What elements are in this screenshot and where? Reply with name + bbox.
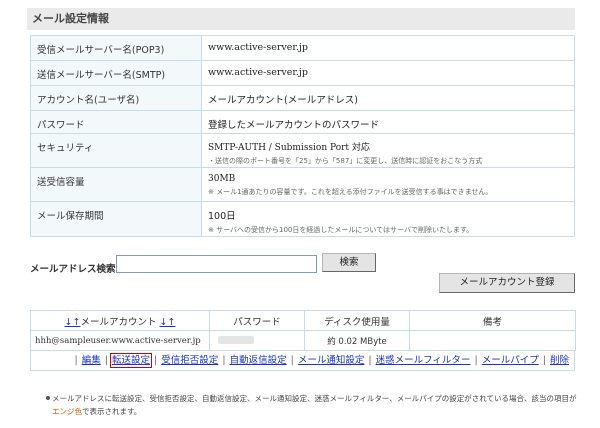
column-header-notes: 備考 [409,310,576,331]
masked-password [218,336,254,344]
info-value: 30MB [208,174,236,184]
separator: | [290,355,294,366]
column-header-disk: ディスク使用量 [304,310,410,331]
auto-reply-link[interactable]: 自動返信設定 [230,355,287,366]
bullet-icon [46,396,50,400]
info-row-security: セキュリティ SMTP-AUTH / Submission Port 対応 ・送… [30,133,575,168]
info-label: アカウント名(ユーザ名) [30,85,202,111]
separator: | [222,355,226,366]
info-value: 登録したメールアカウントのパスワード [201,110,575,134]
separator: | [104,355,108,366]
info-label: 送受信容量 [30,167,202,202]
separator: | [542,355,546,366]
notes-cell [409,330,576,351]
footnote-highlight: エンジ色 [52,407,82,416]
info-label: 受信メールサーバー名(POP3) [30,35,202,61]
info-row-pop3: 受信メールサーバー名(POP3) www.active-server.jp [30,35,575,61]
mail-settings-table: 受信メールサーバー名(POP3) www.active-server.jp 送信… [30,35,575,237]
info-note: ※ サーバへの受信から100日を経過したメールについてはサーバで削除いたします。 [208,226,474,234]
sort-asc-link[interactable]: ↓ [65,317,73,328]
reject-settings-link[interactable]: 受信拒否設定 [161,355,218,366]
edit-link[interactable]: 編集 [82,355,101,366]
info-note: ※ メール1通あたりの容量です。これを超える添付ファイルを送受信する事はできませ… [208,188,493,196]
separator: | [368,355,372,366]
info-row-retention: メール保存期間 100日 ※ サーバへの受信から100日を経過したメールについて… [30,201,575,237]
column-header-account: ↓↑メールアカウント ↓↑ [30,310,210,331]
search-label: メールアドレス検索: [30,264,120,275]
footnote-text: メールアドレスに転送設定、受信拒否設定、自動返信設定、メール通知設定、迷惑メール… [52,394,577,403]
register-account-button[interactable]: メールアカウント登録 [439,273,575,293]
mail-notify-link[interactable]: メール通知設定 [298,355,365,366]
search-input[interactable] [116,255,317,273]
info-label: パスワード [30,110,202,134]
info-value: SMTP-AUTH / Submission Port 対応 [208,143,370,153]
page-title: メール設定情報 [27,8,575,30]
info-row-password: パスワード 登録したメールアカウントのパスワード [30,110,575,134]
password-cell [209,330,305,351]
footnote-text-end: で表示されます。 [82,407,142,416]
account-table: ↓↑メールアカウント ↓↑ パスワード ディスク使用量 備考 hhh@sampl… [30,310,576,351]
account-email: hhh@sampleuser.www.active-server.jp [30,330,210,351]
separator: | [74,355,78,366]
info-value: www.active-server.jp [201,60,575,86]
info-label: 送信メールサーバー名(SMTP) [30,60,202,86]
info-row-smtp: 送信メールサーバー名(SMTP) www.active-server.jp [30,60,575,86]
info-value: メールアカウント(メールアドレス) [201,85,575,111]
info-value: 100日 [208,211,236,222]
spam-filter-link[interactable]: 迷惑メールフィルター [376,355,471,366]
account-table-header: ↓↑メールアカウント ↓↑ パスワード ディスク使用量 備考 [30,310,576,331]
separator: | [474,355,478,366]
column-header-label: メールアカウント [80,316,157,328]
search-button[interactable]: 検索 [322,253,376,272]
column-header-password: パスワード [209,310,305,331]
sort-desc-link[interactable]: ↑ [167,317,175,328]
info-note: ・送信の際のポート番号を「25」から「587」に変更し、送信時に認証をおこなう方… [208,157,483,165]
mail-pipe-link[interactable]: メールパイプ [482,355,539,366]
delete-link[interactable]: 削除 [550,355,569,366]
info-row-capacity: 送受信容量 30MB ※ メール1通あたりの容量です。これを超える添付ファイルを… [30,167,575,202]
info-label: メール保存期間 [30,201,202,237]
separator: | [154,355,158,366]
info-value: www.active-server.jp [201,35,575,61]
info-row-account-name: アカウント名(ユーザ名) メールアカウント(メールアドレス) [30,85,575,111]
table-row: hhh@sampleuser.www.active-server.jp 約 0.… [30,330,576,351]
info-label: セキュリティ [30,133,202,168]
footnote: メールアドレスに転送設定、受信拒否設定、自動返信設定、メール通知設定、迷惑メール… [52,392,580,418]
forward-settings-link[interactable]: 転送設定 [109,353,153,368]
account-action-links: | 編集 | 転送設定 | 受信拒否設定 | 自動返信設定 | メール通知設定 … [30,351,575,371]
disk-usage: 約 0.02 MByte [304,330,410,351]
